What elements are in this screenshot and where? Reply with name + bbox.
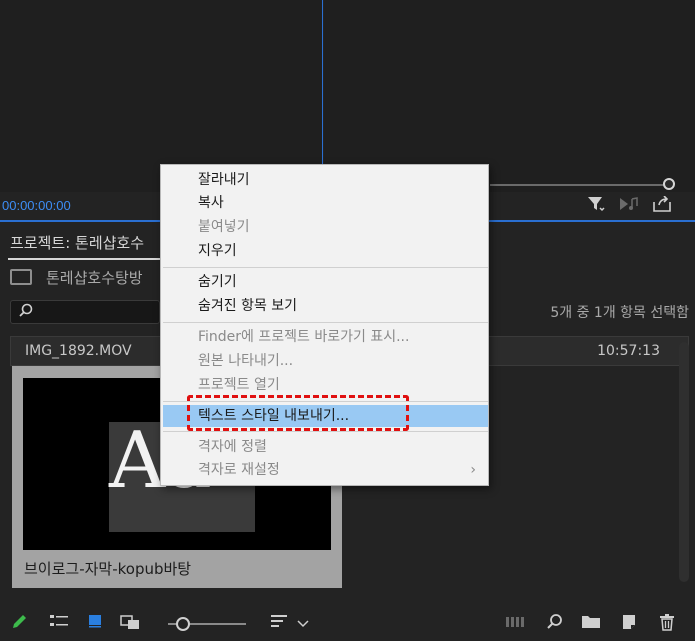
automate-icon[interactable] bbox=[504, 613, 526, 635]
folder-icon bbox=[10, 269, 32, 285]
menu-item-view-hidden[interactable]: 숨겨진 항목 보기 bbox=[163, 295, 488, 317]
bin-path[interactable]: 톤레샵호수탕방 bbox=[10, 266, 143, 288]
menu-item-reset-to-grid[interactable]: 격자로 재설정 › bbox=[163, 459, 488, 481]
bin-label: 톤레샵호수탕방 bbox=[46, 268, 143, 287]
filter-icon[interactable] bbox=[586, 196, 606, 214]
menu-separator bbox=[163, 322, 488, 323]
clip-name: IMG_1892.MOV bbox=[25, 343, 132, 359]
menu-separator bbox=[163, 267, 488, 268]
list-view-icon[interactable] bbox=[48, 613, 70, 635]
playhead-handle[interactable] bbox=[663, 178, 675, 190]
icon-view-icon[interactable] bbox=[84, 613, 106, 635]
search-icon[interactable] bbox=[544, 613, 566, 635]
tab-underline bbox=[8, 258, 160, 260]
trash-icon[interactable] bbox=[656, 613, 678, 635]
new-item-icon[interactable] bbox=[618, 613, 640, 635]
new-bin-icon[interactable] bbox=[580, 613, 602, 635]
pencil-icon[interactable] bbox=[8, 613, 30, 635]
context-menu: 잘라내기 복사 붙여넣기 지우기 숨기기 숨겨진 항목 보기 Finder에 프… bbox=[160, 164, 489, 486]
clip-duration: 10:57:13 bbox=[597, 343, 660, 359]
search-icon bbox=[19, 303, 33, 321]
audio-icon[interactable] bbox=[618, 196, 638, 214]
menu-item-copy[interactable]: 복사 bbox=[163, 192, 488, 214]
menu-item-reset-to-grid-label: 격자로 재설정 bbox=[198, 462, 280, 478]
timecode-display[interactable]: 00:00:00:00 bbox=[2, 198, 71, 213]
project-tab[interactable]: 프로젝트: 톤레샵호수 bbox=[10, 232, 144, 253]
item-count: 5개 중 1개 항목 선택함 bbox=[550, 305, 689, 321]
menu-item-clear[interactable]: 지우기 bbox=[163, 240, 488, 262]
menu-item-open-project[interactable]: 프로젝트 열기 bbox=[163, 374, 488, 396]
project-toolbar bbox=[0, 607, 695, 641]
export-icon[interactable] bbox=[652, 195, 672, 214]
menu-item-paste[interactable]: 붙여넣기 bbox=[163, 216, 488, 238]
menu-item-align-to-grid[interactable]: 격자에 정렬 bbox=[163, 436, 488, 458]
menu-item-reveal-in-finder[interactable]: Finder에 프로젝트 바로가기 표시... bbox=[163, 326, 488, 348]
submenu-arrow-icon: › bbox=[470, 462, 476, 478]
playhead-track[interactable] bbox=[490, 184, 668, 186]
chevron-down-icon[interactable] bbox=[292, 613, 314, 635]
menu-item-hide[interactable]: 숨기기 bbox=[163, 271, 488, 293]
scrollbar[interactable] bbox=[679, 342, 689, 582]
zoom-slider-handle[interactable] bbox=[176, 617, 190, 631]
search-input[interactable] bbox=[10, 300, 160, 324]
sort-icon[interactable] bbox=[268, 613, 290, 635]
annotation-highlight bbox=[187, 395, 409, 431]
clip-caption[interactable]: 브이로그-자막-kopub바탕 bbox=[24, 558, 191, 579]
menu-item-reveal-source[interactable]: 원본 나타내기... bbox=[163, 350, 488, 372]
menu-separator bbox=[163, 431, 488, 432]
menu-item-cut[interactable]: 잘라내기 bbox=[163, 169, 488, 191]
freeform-view-icon[interactable] bbox=[120, 613, 142, 635]
